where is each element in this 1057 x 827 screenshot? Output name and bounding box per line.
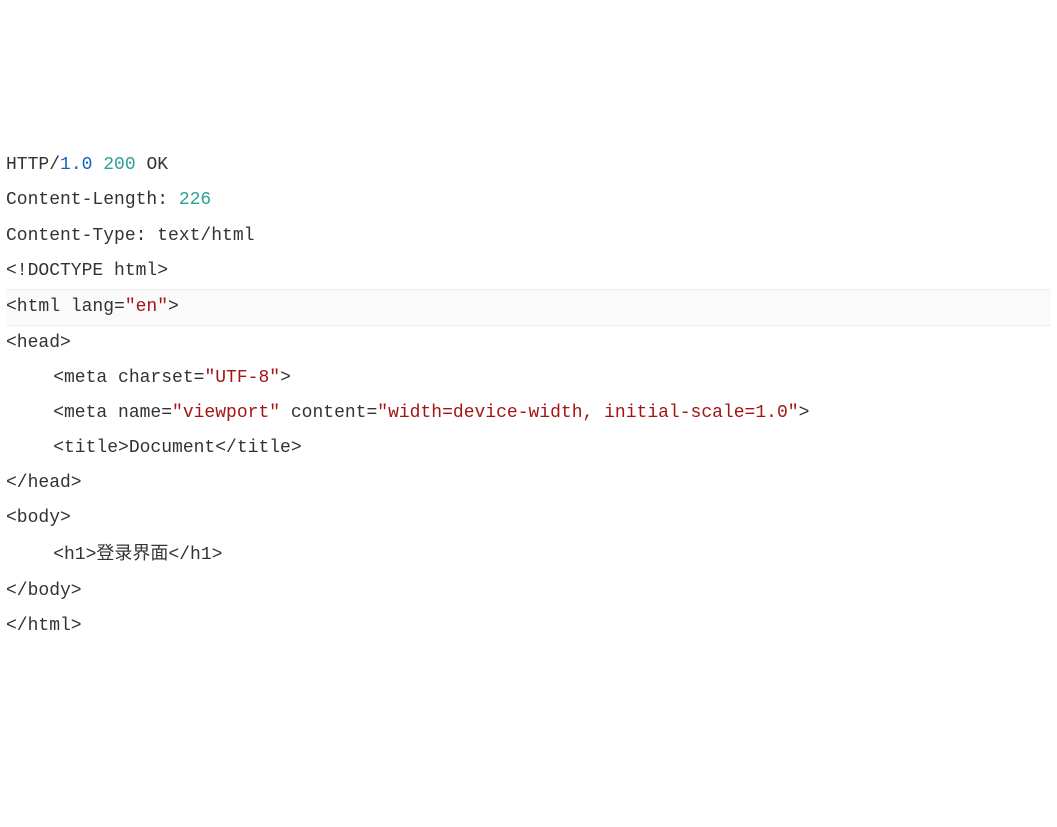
content-length-line: Content-Length: 226 — [6, 183, 1051, 218]
body-close-line: </body> — [6, 574, 1051, 609]
content-type-line: Content-Type: text/html — [6, 219, 1051, 254]
http-status-line: HTTP/1.0 200 OK — [6, 148, 1051, 183]
html-close-line: </html> — [6, 609, 1051, 644]
charset-attr-value: "UTF-8" — [204, 368, 280, 388]
head-open-line: <head> — [6, 326, 1051, 361]
title-line: <title>Document</title> — [6, 431, 1051, 466]
html-open-line: <html lang="en"> — [6, 289, 1051, 326]
content-length-label: Content-Length: — [6, 190, 179, 210]
html-open-tag: <html lang= — [6, 297, 125, 317]
h1-line: <h1>登录界面</h1> — [6, 536, 1051, 573]
viewport-name-value: "viewport" — [172, 403, 280, 423]
content-length-value: 226 — [179, 190, 211, 210]
http-protocol: HTTP/ — [6, 155, 60, 175]
body-open-line: <body> — [6, 501, 1051, 536]
http-version: 1.0 — [60, 155, 92, 175]
doctype-line: <!DOCTYPE html> — [6, 254, 1051, 289]
lang-attr-value: "en" — [125, 297, 168, 317]
meta-charset-line: <meta charset="UTF-8"> — [6, 361, 1051, 396]
viewport-content-value: "width=device-width, initial-scale=1.0" — [377, 403, 798, 423]
h1-text: 登录界面 — [96, 543, 168, 563]
head-close-line: </head> — [6, 466, 1051, 501]
meta-viewport-line: <meta name="viewport" content="width=dev… — [6, 396, 1051, 431]
http-status-text: OK — [146, 155, 168, 175]
http-status-code: 200 — [103, 155, 135, 175]
